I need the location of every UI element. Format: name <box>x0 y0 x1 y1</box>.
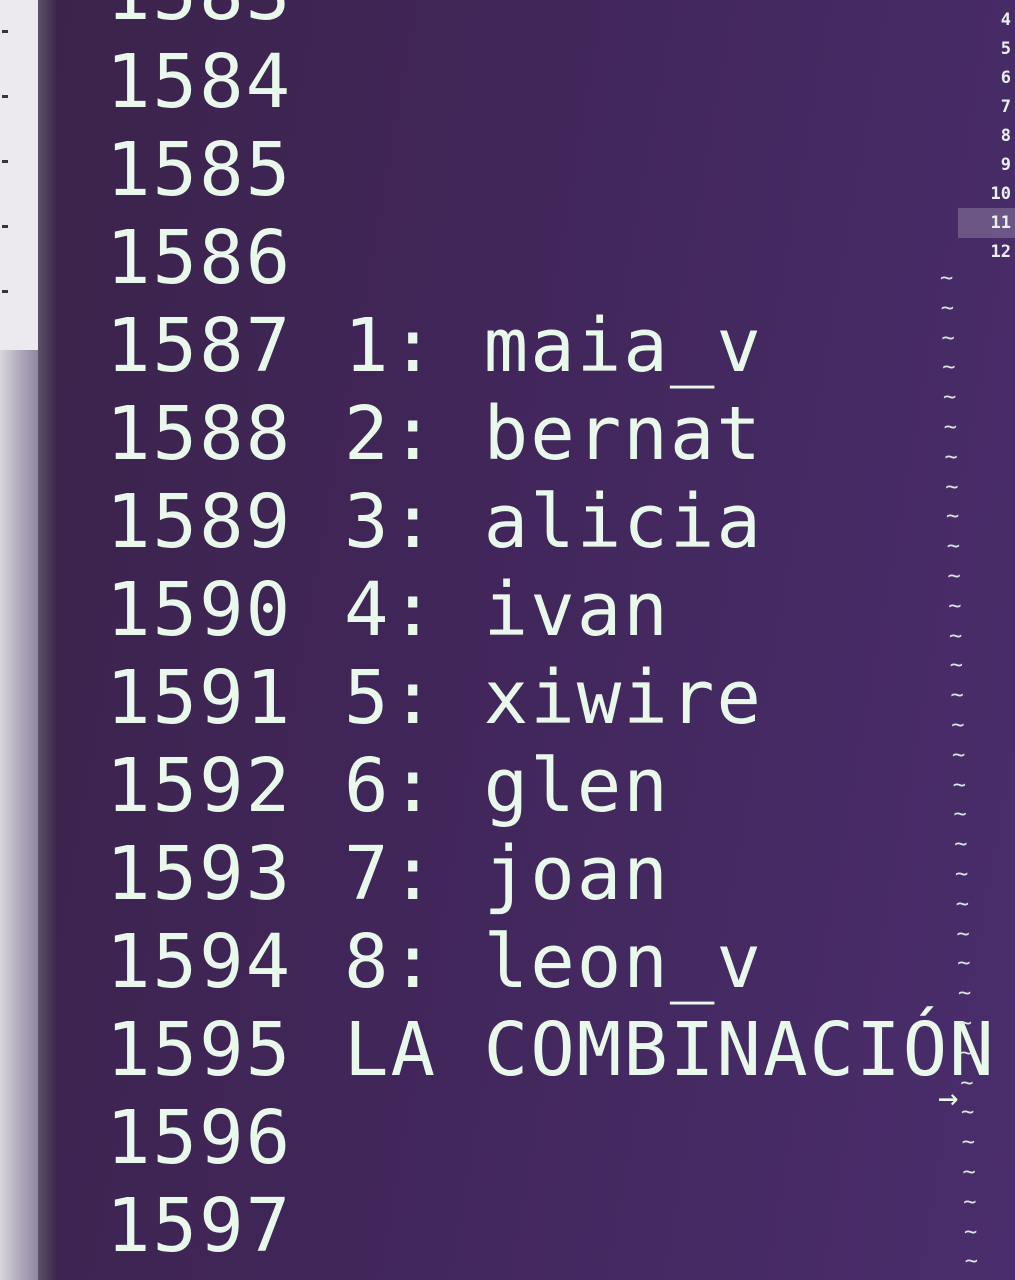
left-window-panel <box>0 0 38 350</box>
line-number: 1584 <box>106 39 293 125</box>
empty-line-marker: ~ <box>952 742 966 768</box>
empty-line-marker: ~ <box>941 325 955 351</box>
empty-line-marker: ~ <box>958 1011 972 1036</box>
minimap[interactable]: 4 5 6 7 8 9 10 11 12 ~ ~ ~ ~ ~ ~ ~ ~ ~ ~ ~ ~ ~ ~ ~ ~ ~ ~ ~ ~ ~ ~ ~ ~ ~ ~ ~ ~… <box>936 0 1015 1280</box>
minimap-line-number: 8 <box>1000 126 1011 146</box>
empty-line-marker: ~ <box>949 623 963 649</box>
empty-line-marker: ~ <box>954 832 968 858</box>
empty-line-marker: ~ <box>945 474 959 500</box>
terminal-window: 15831584158515861587 1: maia_v 1588 2: bern… <box>0 0 1015 1280</box>
editor-line[interactable]: 1593 7: joan <box>106 830 670 918</box>
line-number: 1594 <box>106 919 293 1005</box>
line-text[interactable]: 8: leon_v <box>344 918 763 1006</box>
editor-line[interactable]: 1583 <box>106 0 344 38</box>
line-number: 1596 <box>106 1095 293 1181</box>
line-number: 1588 <box>106 391 293 477</box>
empty-line-marker: ~ <box>946 504 960 530</box>
empty-line-marker: ~ <box>946 534 960 560</box>
minimap-line-number: 10 <box>990 184 1011 204</box>
bezel-mark <box>2 290 8 293</box>
line-text[interactable]: 2: bernat <box>344 390 763 478</box>
bezel-mark <box>2 95 8 98</box>
empty-line-marker: ~ <box>947 564 961 589</box>
empty-line-marker: ~ <box>940 266 954 291</box>
empty-line-marker: ~ <box>955 862 969 887</box>
empty-line-marker: ~ <box>962 1160 976 1185</box>
line-number: 1592 <box>106 743 293 829</box>
line-number: 1593 <box>106 831 293 917</box>
line-number: 1590 <box>106 567 293 653</box>
editor-line[interactable]: 1595 LA COMBINACIÓN <box>106 1006 996 1094</box>
empty-line-marker: ~ <box>958 981 972 1007</box>
minimap-line-number: 12 <box>990 242 1011 262</box>
bezel-mark <box>2 160 8 163</box>
line-text[interactable]: 4: ivan <box>344 566 670 654</box>
empty-line-marker: ~ <box>948 593 962 619</box>
line-number: 1591 <box>106 655 293 741</box>
minimap-line-number: 5 <box>1000 39 1011 59</box>
bezel-mark <box>2 225 8 228</box>
text-editor[interactable]: 15831584158515861587 1: maia_v 1588 2: bern… <box>56 0 994 1280</box>
empty-line-marker: ~ <box>949 653 963 679</box>
empty-line-marker: ~ <box>957 951 971 977</box>
line-text[interactable]: 6: glen <box>344 742 670 830</box>
line-number: 1587 <box>106 303 293 389</box>
editor-line[interactable]: 1585 <box>106 126 344 214</box>
line-text[interactable]: LA COMBINACIÓN <box>344 1006 996 1094</box>
empty-line-marker: ~ <box>942 355 956 381</box>
empty-line-marker: ~ <box>964 1249 978 1275</box>
line-text[interactable]: 7: joan <box>344 830 670 918</box>
line-number: 1595 <box>106 1007 293 1093</box>
editor-line[interactable]: 1590 4: ivan <box>106 566 670 654</box>
line-text[interactable]: 1: maia_v <box>344 302 763 390</box>
line-number: 1589 <box>106 479 293 565</box>
minimap-line-number: 7 <box>1000 97 1011 117</box>
empty-line-marker: ~ <box>961 1130 975 1156</box>
minimap-line-number: 6 <box>1000 68 1011 88</box>
editor-line[interactable]: 1587 1: maia_v <box>106 302 763 390</box>
line-number: 1597 <box>106 1183 293 1269</box>
window-divider <box>38 0 56 1280</box>
editor-line[interactable]: 1588 2: bernat <box>106 390 763 478</box>
empty-line-marker: ~ <box>956 921 970 947</box>
minimap-line-number: 9 <box>1000 155 1011 175</box>
line-text[interactable]: 3: alicia <box>344 478 763 566</box>
editor-line[interactable]: 1586 <box>106 214 344 302</box>
empty-line-marker: ~ <box>961 1100 975 1126</box>
empty-line-marker: ~ <box>944 444 958 470</box>
empty-line-marker: ~ <box>960 1070 974 1096</box>
editor-line[interactable]: 1584 <box>106 38 344 126</box>
empty-line-marker: ~ <box>953 802 967 828</box>
empty-line-marker: ~ <box>959 1040 973 1066</box>
bezel-mark <box>2 30 8 33</box>
line-number: 1583 <box>106 0 344 38</box>
empty-line-marker: ~ <box>943 415 957 440</box>
editor-line[interactable]: 1596 <box>106 1094 344 1182</box>
empty-line-marker: ~ <box>963 1189 977 1215</box>
editor-line[interactable]: 1597 <box>106 1182 344 1270</box>
empty-line-marker: ~ <box>964 1219 978 1245</box>
editor-line[interactable]: 1592 6: glen <box>106 742 670 830</box>
line-text[interactable]: 5: xiwire <box>344 654 763 742</box>
empty-line-marker: ~ <box>950 683 964 709</box>
editor-line[interactable]: 1594 8: leon_v <box>106 918 763 1006</box>
minimap-line-number: 11 <box>990 213 1011 233</box>
empty-line-marker: ~ <box>951 713 965 738</box>
editor-line[interactable]: 1591 5: xiwire <box>106 654 763 742</box>
empty-line-marker: ~ <box>955 891 969 917</box>
empty-line-marker: ~ <box>952 772 966 798</box>
empty-line-marker: ~ <box>940 295 954 321</box>
line-number: 1586 <box>106 215 293 301</box>
empty-line-marker: ~ <box>943 385 957 411</box>
editor-line[interactable]: 1589 3: alicia <box>106 478 763 566</box>
line-number: 1585 <box>106 127 293 213</box>
minimap-line-number: 4 <box>1000 10 1011 30</box>
